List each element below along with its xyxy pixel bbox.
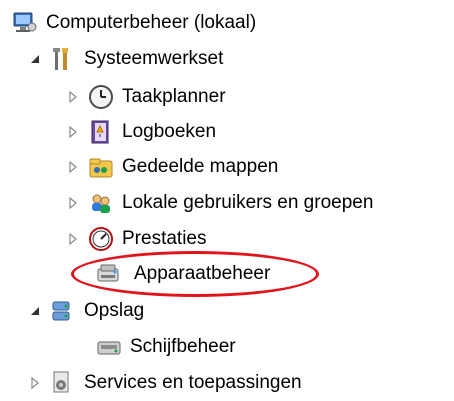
clock-icon — [88, 84, 114, 110]
disk-management-icon — [96, 334, 122, 360]
storage-icon — [50, 298, 76, 324]
tree-item-services[interactable]: Services en toepassingen — [28, 368, 302, 398]
highlight-oval — [71, 251, 319, 297]
tree-item-label: Logboeken — [122, 121, 217, 142]
tree-item-systeemwerkset[interactable]: Systeemwerkset — [28, 44, 223, 74]
tree-item-taakplanner[interactable]: Taakplanner — [66, 82, 226, 112]
tree-item-label: Services en toepassingen — [84, 372, 302, 393]
tree-item-schijfbeheer[interactable]: Schijfbeheer — [96, 332, 236, 362]
performance-icon — [88, 226, 114, 252]
tree-item-label: Schijfbeheer — [130, 336, 236, 357]
tree-item-logboeken[interactable]: Logboeken — [66, 117, 216, 147]
tree-item-computerbeheer[interactable]: Computerbeheer (lokaal) — [12, 8, 256, 38]
event-viewer-icon — [88, 119, 114, 145]
users-icon — [88, 190, 114, 216]
tree-item-label: Gedeelde mappen — [122, 156, 279, 177]
shared-folders-icon — [88, 154, 114, 180]
tools-icon — [50, 46, 76, 72]
tree-item-prestaties[interactable]: Prestaties — [66, 224, 206, 254]
services-icon — [50, 370, 76, 396]
computer-management-icon — [12, 10, 38, 36]
tree-item-lokale-gebruikers[interactable]: Lokale gebruikers en groepen — [66, 188, 373, 218]
tree-item-label: Opslag — [84, 300, 145, 321]
collapsed-arrow-icon[interactable] — [66, 90, 80, 104]
expanded-arrow-icon[interactable] — [28, 52, 42, 66]
tree-item-gedeelde-mappen[interactable]: Gedeelde mappen — [66, 152, 278, 182]
tree-item-label: Taakplanner — [122, 86, 226, 107]
collapsed-arrow-icon[interactable] — [66, 125, 80, 139]
tree-item-opslag[interactable]: Opslag — [28, 296, 144, 326]
tree-item-label: Computerbeheer (lokaal) — [46, 12, 257, 33]
collapsed-arrow-icon[interactable] — [28, 376, 42, 390]
tree-item-label: Prestaties — [122, 228, 207, 249]
tree-item-label: Lokale gebruikers en groepen — [122, 192, 374, 213]
collapsed-arrow-icon[interactable] — [66, 196, 80, 210]
collapsed-arrow-icon[interactable] — [66, 160, 80, 174]
tree-item-label: Systeemwerkset — [84, 48, 224, 69]
expanded-arrow-icon[interactable] — [28, 304, 42, 318]
collapsed-arrow-icon[interactable] — [66, 232, 80, 246]
